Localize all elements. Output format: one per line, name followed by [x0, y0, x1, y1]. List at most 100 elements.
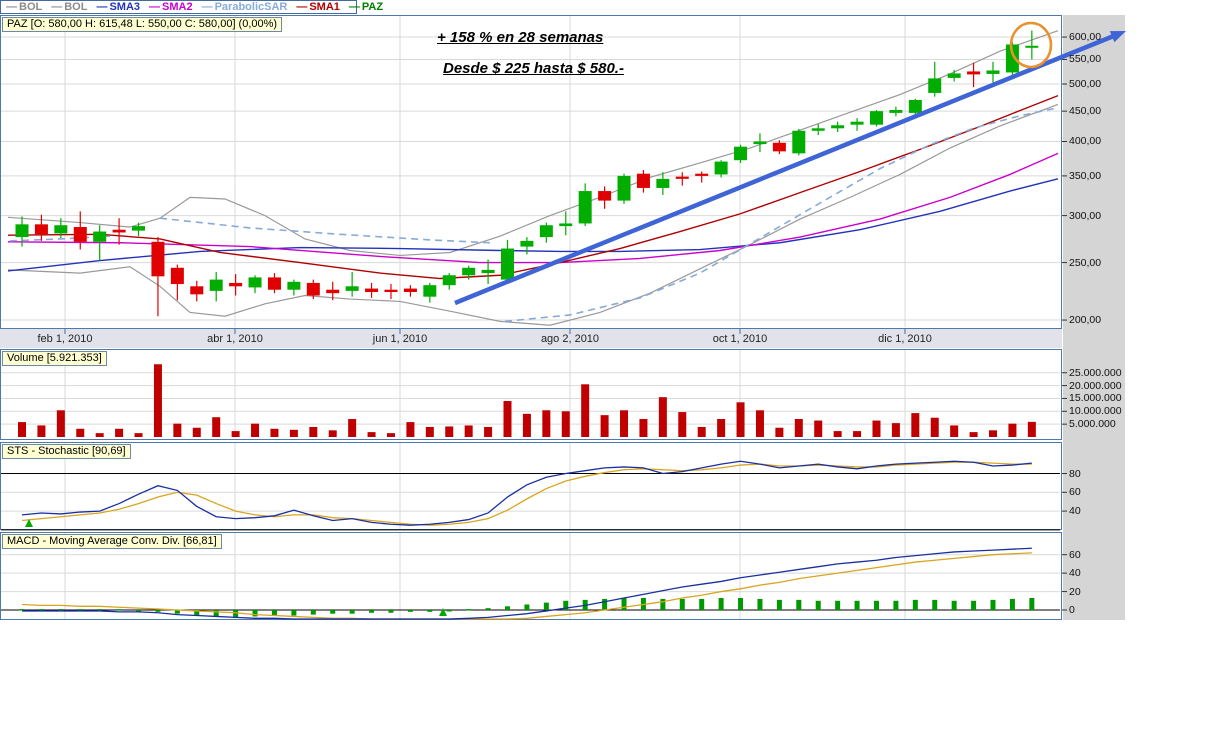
macd-histogram-bar: [388, 610, 394, 613]
macd-histogram-bar: [543, 602, 549, 610]
volume-bar: [930, 417, 939, 437]
volume-bar: [639, 419, 648, 437]
volume-bar: [717, 419, 726, 437]
trend-arrow-head: [1109, 31, 1126, 43]
volume-bar: [231, 431, 240, 437]
candle-body: [656, 178, 670, 188]
volume-bar: [134, 433, 143, 437]
candle-body: [850, 121, 864, 125]
candle-body: [423, 285, 437, 297]
candle-body: [365, 288, 379, 293]
candle-body: [462, 267, 476, 276]
macd-histogram-bar: [621, 598, 627, 610]
macd-histogram-bar: [310, 610, 316, 615]
parabolic-sar-segment: [159, 217, 491, 244]
candle-body: [403, 288, 417, 293]
sma3-line: [7, 178, 1059, 272]
macd-histogram-bar: [252, 610, 258, 617]
candle-body: [1025, 45, 1039, 48]
macd-histogram-bar: [893, 600, 899, 610]
volume-bar: [289, 429, 298, 437]
candle-body: [734, 146, 748, 161]
volume-bar: [678, 412, 687, 437]
candle-body: [151, 241, 165, 277]
candle-body: [326, 289, 340, 294]
candle-body: [675, 176, 689, 179]
macd-histogram-bar: [524, 604, 530, 610]
volume-bar: [600, 415, 609, 437]
macd-histogram-bar: [990, 599, 996, 610]
volume-bar: [775, 427, 784, 437]
macd-histogram-bar: [233, 610, 239, 618]
macd-histogram-bar: [427, 610, 433, 612]
candle-body: [248, 277, 262, 288]
macd-histogram-bar: [738, 598, 744, 610]
macd-histogram-bar: [679, 598, 685, 610]
candle-body: [908, 99, 922, 113]
candle-body: [792, 130, 806, 154]
candle-body: [636, 173, 650, 188]
macd-histogram-bar: [155, 610, 161, 612]
candle-body: [520, 240, 534, 247]
macd-histogram-bar: [116, 609, 122, 611]
macd-histogram-bar: [776, 599, 782, 610]
buy-signal-triangle: [439, 608, 447, 616]
macd-histogram-bar: [485, 608, 491, 610]
volume-bar: [814, 420, 823, 437]
volume-bar: [425, 426, 434, 437]
volume-bar: [658, 397, 667, 437]
candle-body: [753, 141, 767, 145]
macd-histogram-bar: [271, 610, 277, 616]
volume-bar: [173, 423, 182, 437]
volume-bar: [1008, 423, 1017, 437]
volume-bar: [37, 425, 46, 437]
volume-bar: [484, 426, 493, 437]
candle-body: [229, 282, 243, 287]
volume-bar: [445, 426, 454, 437]
candle-body: [947, 73, 961, 78]
volume-bar: [386, 433, 395, 437]
macd-histogram-bar: [602, 598, 608, 610]
volume-bar: [697, 426, 706, 437]
macd-histogram-bar: [213, 610, 219, 617]
volume-bar: [270, 428, 279, 437]
macd-histogram-bar: [815, 600, 821, 610]
volume-bar: [18, 422, 26, 437]
volume-bar: [736, 402, 745, 437]
macd-histogram-bar: [660, 598, 666, 610]
trading-chart-screen: — BOL — BOL — SMA3— SMA2— ParabolicSAR — SMA1— PAZ…: [0, 0, 1218, 754]
candle-body: [831, 125, 845, 129]
candle-body: [928, 78, 942, 93]
macd-histogram-bar: [330, 610, 336, 614]
macd-histogram-bar: [699, 598, 705, 610]
candle-body: [598, 191, 612, 201]
macd-histogram-bar: [1009, 598, 1015, 610]
volume-bar: [561, 411, 570, 437]
candle-body: [112, 229, 126, 233]
volume-bar: [328, 430, 337, 437]
macd-histogram-bar: [291, 610, 297, 616]
candle-body: [267, 277, 281, 290]
volume-bar: [348, 419, 357, 437]
candle-body: [93, 231, 107, 242]
volume-bar: [76, 428, 85, 437]
macd-histogram-bar: [466, 609, 472, 611]
volume-bar: [794, 419, 803, 437]
candle-body: [170, 267, 184, 285]
bollinger-upper-band: [7, 30, 1059, 257]
candle-body: [869, 111, 883, 125]
macd-histogram-bar: [1029, 598, 1035, 610]
candle-body: [967, 71, 981, 75]
candle-body: [132, 226, 146, 231]
macd-histogram-bar: [932, 599, 938, 610]
volume-bar: [542, 410, 551, 437]
macd-histogram-bar: [796, 599, 802, 610]
volume-bar: [891, 423, 900, 437]
volume-bar: [153, 364, 162, 437]
macd-histogram-bar: [718, 598, 724, 610]
candle-body: [306, 282, 320, 296]
volume-bar: [911, 413, 920, 437]
volume-bar: [581, 384, 590, 437]
volume-bar: [192, 427, 201, 437]
macd-histogram-bar: [446, 610, 452, 612]
